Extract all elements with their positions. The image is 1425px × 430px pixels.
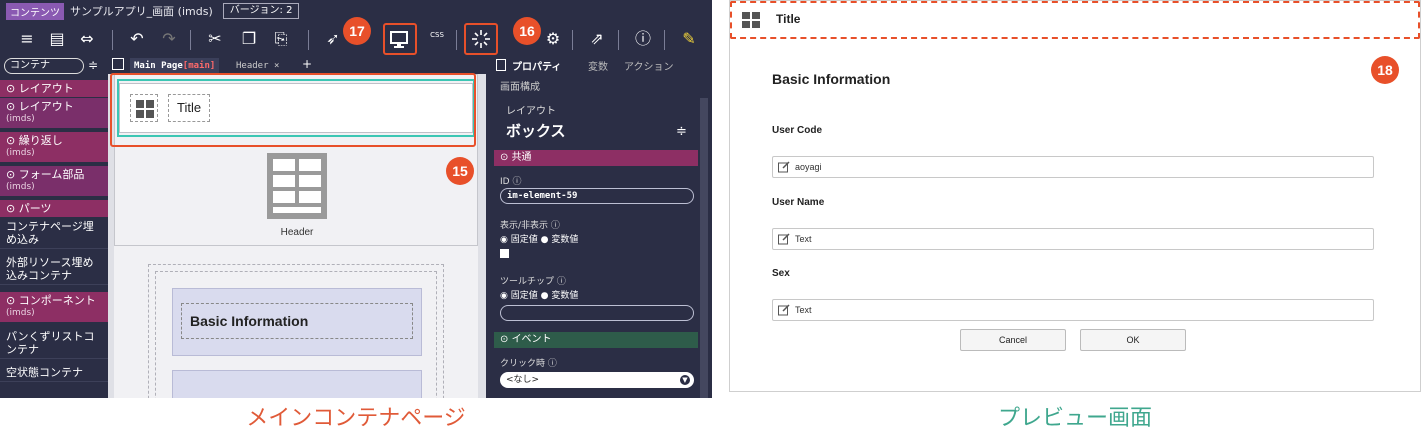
editor-window: コンテンツ サンプルアプリ_画面 (imds) バージョン: 2 ≡ ▤ ⇔ ↶…: [0, 0, 712, 398]
page-tabbar: Main Page[main] Header × +: [108, 56, 486, 74]
add-tab-icon[interactable]: +: [302, 57, 312, 71]
preview-heading: Basic Information: [772, 71, 891, 87]
id-label: ID ⓘ: [500, 177, 522, 187]
fit-width-icon[interactable]: ⇔: [74, 26, 100, 52]
click-label: クリック時 ⓘ: [500, 359, 557, 369]
layout-value: ボックス: [506, 122, 566, 140]
user-name-label: User Name: [772, 197, 825, 208]
body-inner-container[interactable]: Basic Information: [155, 271, 437, 398]
basic-info-box[interactable]: Basic Information: [172, 288, 422, 356]
filter-icon[interactable]: ≑: [88, 58, 98, 72]
screen-structure-label: 画面構成: [500, 82, 540, 93]
badge-17: 17: [343, 17, 371, 45]
tab-variables[interactable]: 変数: [588, 58, 608, 73]
basic-info-label[interactable]: Basic Information: [181, 303, 413, 339]
tooltip-label: ツールチップ ⓘ: [500, 277, 566, 287]
external-link-icon[interactable]: ⇗: [584, 26, 610, 52]
tab-main-page[interactable]: Main Page[main]: [130, 58, 220, 74]
undo-icon[interactable]: ↶: [124, 26, 150, 52]
chevron-down-icon: ▼: [680, 375, 690, 385]
preview-button-highlight: [383, 23, 417, 55]
property-tabs: プロパティ 変数 アクション: [486, 56, 712, 74]
palette-search[interactable]: コンテナ: [4, 58, 84, 74]
field-box[interactable]: [172, 370, 422, 398]
badge-18: 18: [1371, 56, 1399, 84]
close-icon: ×: [273, 61, 280, 71]
sex-field[interactable]: Text: [772, 299, 1374, 321]
section-event[interactable]: ⊙ イベント: [494, 332, 698, 348]
settings-icon[interactable]: ⚙: [540, 26, 566, 52]
ok-button[interactable]: OK: [1080, 329, 1186, 351]
visibility-radio[interactable]: ◉ 固定値 ● 変数値: [500, 232, 578, 245]
header-label: Header: [280, 227, 314, 238]
tab-header[interactable]: Header ×: [236, 58, 279, 74]
palette-repeat[interactable]: ⊙ 繰り返し (imds): [0, 132, 108, 162]
visibility-label: 表示/非表示 ⓘ: [500, 221, 560, 231]
palette-container-page-embed[interactable]: コンテナページ埋め込み: [0, 218, 108, 249]
undo-list-icon[interactable]: ≡: [14, 26, 40, 52]
version-badge[interactable]: バージョン: 2: [222, 3, 300, 19]
palette-layout-imds[interactable]: ⊙ レイアウト (imds): [0, 98, 108, 128]
badge-15: 15: [446, 157, 474, 185]
title-row-highlight: [110, 73, 476, 147]
palette-component[interactable]: ⊙ コンポーネント (imds): [0, 292, 108, 322]
visibility-checkbox[interactable]: [500, 249, 509, 258]
id-input[interactable]: im-element-59: [500, 188, 694, 204]
export-doc-icon[interactable]: ▤: [44, 26, 70, 52]
palette-empty-state[interactable]: 空状態コンテナ: [0, 364, 108, 382]
badge-16: 16: [513, 17, 541, 45]
user-name-field[interactable]: Text: [772, 228, 1374, 250]
user-code-label: User Code: [772, 125, 823, 136]
caption-preview: プレビュー画面: [997, 406, 1152, 430]
properties-icon: [496, 59, 506, 71]
preview-titlebar: Title: [730, 1, 1420, 39]
layout-label: レイアウト: [506, 106, 556, 117]
tooltip-input[interactable]: [500, 305, 694, 321]
tooltip-radio[interactable]: ◉ 固定値 ● 変数値: [500, 288, 578, 301]
collapse-icon[interactable]: ≑: [676, 124, 687, 139]
palette-layout[interactable]: ⊙ レイアウト: [0, 80, 108, 97]
palette-parts[interactable]: ⊙ パーツ: [0, 200, 108, 217]
paste-icon[interactable]: ⎘: [268, 26, 294, 52]
tab-actions[interactable]: アクション: [624, 58, 674, 73]
user-code-field[interactable]: aoyagi: [772, 156, 1374, 178]
sex-label: Sex: [772, 268, 790, 279]
caption-main-container: メインコンテナページ: [246, 406, 466, 430]
edit-icon: [778, 233, 790, 245]
section-common[interactable]: ⊙ 共通: [494, 150, 698, 166]
header-layout-icon: [267, 153, 327, 219]
app-name: サンプルアプリ_画面 (imds): [70, 5, 213, 18]
preview-window: Title 18 Basic Information User Code aoy…: [729, 0, 1421, 392]
edit-icon: [778, 161, 790, 173]
properties-panel: プロパティ 変数 アクション 画面構成 レイアウト ボックス ≑ ⊙ 共通 ID…: [486, 56, 712, 398]
css-icon[interactable]: CSS: [424, 30, 450, 56]
cut-icon[interactable]: ✂: [202, 26, 228, 52]
tab-properties[interactable]: プロパティ: [512, 58, 561, 73]
component-palette: コンテナ ≑ ⊙ レイアウト ⊙ レイアウト (imds) ⊙ 繰り返し (imds…: [0, 56, 108, 398]
edit-icon: [778, 304, 790, 316]
copy-icon[interactable]: ❐: [236, 26, 262, 52]
click-select[interactable]: <なし> ▼: [500, 372, 694, 388]
properties-scrollbar[interactable]: [700, 98, 708, 398]
sparkle-button-highlight: [464, 23, 498, 55]
content-tag: コンテンツ: [6, 2, 64, 20]
grid-icon: [742, 12, 760, 28]
preview-title: Title: [776, 12, 801, 26]
palette-breadcrumb[interactable]: パンくずリストコンテナ: [0, 328, 108, 359]
body-container[interactable]: Basic Information: [148, 264, 444, 398]
help-icon[interactable]: ⓘ: [630, 26, 656, 52]
page-icon: [112, 58, 124, 70]
palette-external-embed[interactable]: 外部リソース埋め込みコンテナ: [0, 254, 108, 285]
redo-icon[interactable]: ↷: [156, 26, 182, 52]
cancel-button[interactable]: Cancel: [960, 329, 1066, 351]
edit-pencil-icon[interactable]: ✎: [676, 26, 702, 52]
palette-form-parts[interactable]: ⊙ フォーム部品 (imds): [0, 166, 108, 196]
